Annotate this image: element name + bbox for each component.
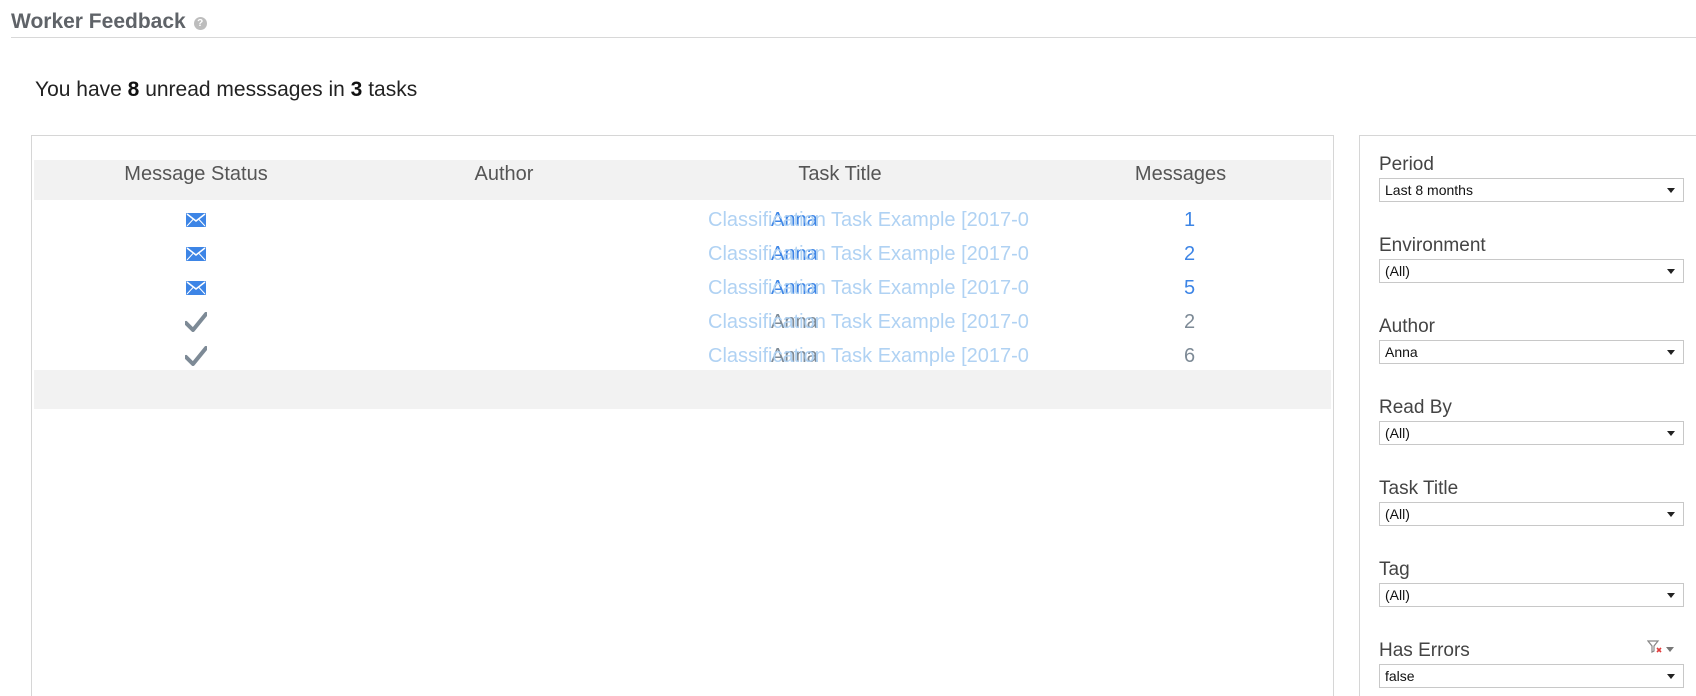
filter-label: Author [1379, 316, 1435, 337]
checkmark-icon [185, 346, 207, 366]
filter-period: Period Last 8 months [1379, 154, 1684, 202]
envelope-icon[interactable] [186, 213, 206, 227]
page-header: Worker Feedback ? [11, 6, 207, 38]
task-title-link[interactable]: Classification Task Example [2017-0 [708, 209, 1030, 232]
clear-filter-icon[interactable] [1646, 640, 1663, 659]
filter-author: Author Anna [1379, 316, 1684, 364]
summary-prefix: You have [35, 78, 122, 101]
read-by-dropdown[interactable]: (All) [1379, 421, 1684, 445]
task-title-link[interactable]: Classification Task Example [2017-0 [708, 311, 1030, 334]
author-dropdown[interactable]: Anna [1379, 340, 1684, 364]
dropdown-value: (All) [1385, 425, 1410, 441]
tag-dropdown[interactable]: (All) [1379, 583, 1684, 607]
dropdown-arrow-icon[interactable] [1667, 512, 1675, 517]
column-header-task-title[interactable]: Task Title [650, 160, 1030, 200]
environment-dropdown[interactable]: (All) [1379, 259, 1684, 283]
menu-caret-icon[interactable] [1666, 647, 1674, 652]
dropdown-value: (All) [1385, 506, 1410, 522]
dropdown-arrow-icon[interactable] [1667, 593, 1675, 598]
filter-has-errors: Has Errors false [1379, 640, 1684, 688]
checkmark-icon [185, 312, 207, 332]
dropdown-value: false [1385, 668, 1415, 684]
task-title-link[interactable]: Classification Task Example [2017-0 [708, 345, 1030, 368]
dropdown-value: Last 8 months [1385, 182, 1473, 198]
dropdown-arrow-icon[interactable] [1667, 188, 1675, 193]
summary-middle: unread messsages in [145, 78, 345, 101]
task-title-link[interactable]: Classification Task Example [2017-0 [708, 243, 1030, 266]
messages-count-link[interactable]: 2 [1184, 311, 1195, 334]
envelope-icon[interactable] [186, 247, 206, 261]
feedback-table-panel: Message Status Author Task Title Message… [31, 135, 1334, 696]
messages-count-link[interactable]: 2 [1184, 243, 1195, 266]
summary-suffix: tasks [368, 78, 418, 101]
table-footer [34, 370, 1331, 409]
column-header-author[interactable]: Author [358, 160, 650, 200]
dropdown-value: Anna [1385, 344, 1418, 360]
task-title-link[interactable]: Classification Task Example [2017-0 [708, 277, 1030, 300]
table-row[interactable]: Anna Classification Task Example [2017-0… [34, 203, 1331, 237]
filter-label: Tag [1379, 559, 1410, 580]
has-errors-dropdown[interactable]: false [1379, 664, 1684, 688]
dropdown-value: (All) [1385, 587, 1410, 603]
column-header-messages[interactable]: Messages [1030, 160, 1331, 200]
filter-label: Task Title [1379, 478, 1459, 499]
clear-filter-menu[interactable] [1646, 640, 1674, 659]
period-dropdown[interactable]: Last 8 months [1379, 178, 1684, 202]
filter-environment: Environment (All) [1379, 235, 1684, 283]
filter-label: Environment [1379, 235, 1486, 256]
filter-task-title: Task Title (All) [1379, 478, 1684, 526]
dropdown-arrow-icon[interactable] [1667, 350, 1675, 355]
header-divider [11, 37, 1696, 38]
filter-label: Has Errors [1379, 640, 1470, 661]
dropdown-arrow-icon[interactable] [1667, 674, 1675, 679]
unread-count: 8 [127, 78, 140, 101]
envelope-icon[interactable] [186, 281, 206, 295]
dropdown-arrow-icon[interactable] [1667, 431, 1675, 436]
table-body: Anna Classification Task Example [2017-0… [34, 203, 1331, 373]
table-row[interactable]: Anna Classification Task Example [2017-0… [34, 237, 1331, 271]
task-count: 3 [350, 78, 363, 101]
help-icon[interactable]: ? [193, 17, 207, 30]
page-title: Worker Feedback [11, 10, 186, 33]
filter-label: Period [1379, 154, 1434, 175]
messages-count-link[interactable]: 1 [1184, 209, 1195, 232]
dropdown-arrow-icon[interactable] [1667, 269, 1675, 274]
table-header: Message Status Author Task Title Message… [34, 160, 1331, 200]
filter-tag: Tag (All) [1379, 559, 1684, 607]
dropdown-value: (All) [1385, 263, 1410, 279]
filter-panel: Period Last 8 months Environment (All) A… [1359, 135, 1696, 696]
messages-count-link[interactable]: 5 [1184, 277, 1195, 300]
unread-summary: You have 8 unread messsages in 3 tasks [35, 78, 417, 102]
table-row[interactable]: Anna Classification Task Example [2017-0… [34, 339, 1331, 373]
table-row[interactable]: Anna Classification Task Example [2017-0… [34, 305, 1331, 339]
messages-count-link[interactable]: 6 [1184, 345, 1195, 368]
column-header-message-status[interactable]: Message Status [34, 160, 358, 200]
task-title-dropdown[interactable]: (All) [1379, 502, 1684, 526]
table-row[interactable]: Anna Classification Task Example [2017-0… [34, 271, 1331, 305]
filter-read-by: Read By (All) [1379, 397, 1684, 445]
filter-label: Read By [1379, 397, 1452, 418]
